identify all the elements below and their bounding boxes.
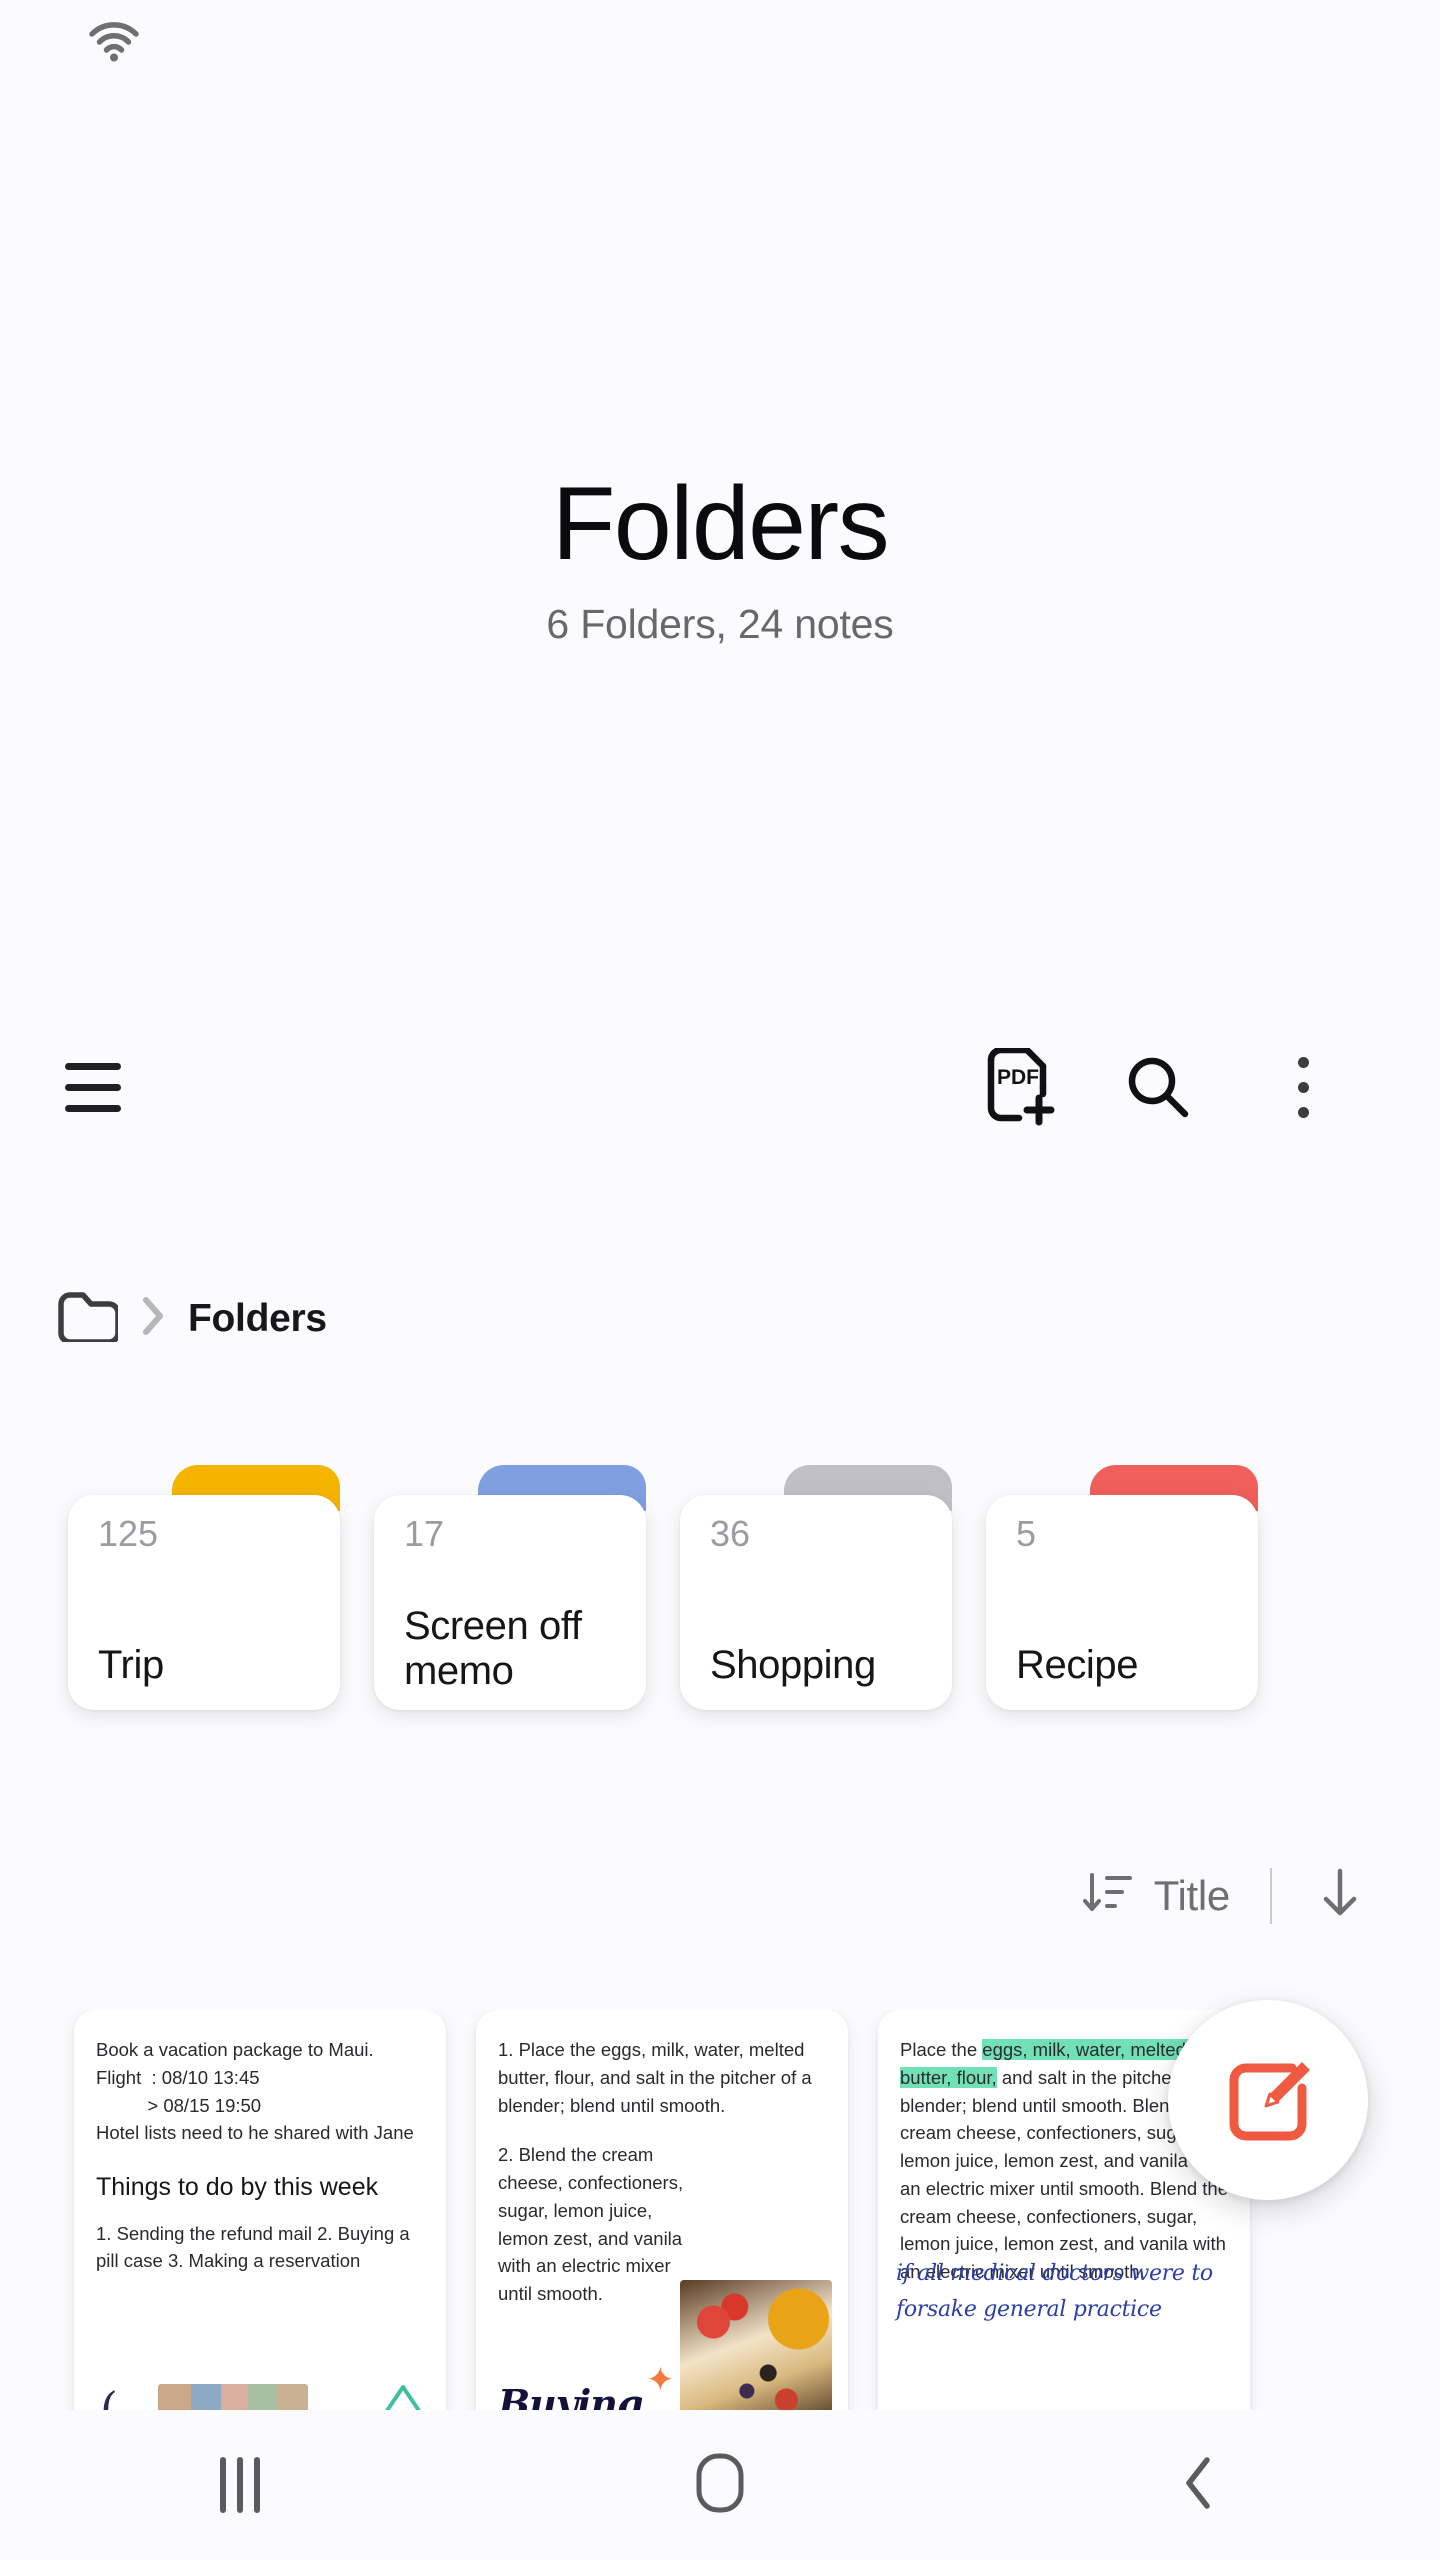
back-button[interactable] <box>1100 2410 1300 2560</box>
sort-by-label: Title <box>1153 1871 1231 1919</box>
pdf-import-button[interactable]: PDF <box>965 1032 1075 1142</box>
folder-icon[interactable] <box>56 1290 121 1347</box>
recents-icon <box>220 2457 260 2513</box>
page-subtitle: 6 Folders, 24 notes <box>546 601 894 648</box>
notes-folders-screen: Folders 6 Folders, 24 notes PDF Folders … <box>0 0 1440 2560</box>
folder-card-recipe[interactable]: 5 Recipe <box>986 1465 1258 1710</box>
note-recipe-step-1: 1. Place the eggs, milk, water, melted b… <box>498 2039 817 2116</box>
note-handwriting: if all medical doctors were to forsake g… <box>896 2261 1213 2323</box>
create-note-fab[interactable] <box>1168 2000 1368 2200</box>
search-button[interactable] <box>1103 1032 1213 1142</box>
header-block: Folders 6 Folders, 24 notes <box>0 466 1440 648</box>
folder-list[interactable]: 125 Trip 17 Screen off memo 36 Shopping … <box>0 1455 1440 1755</box>
folder-card-trip[interactable]: 125 Trip <box>68 1465 340 1710</box>
status-bar <box>0 0 1440 90</box>
note-attached-photo <box>680 2280 832 2430</box>
sort-by-button[interactable]: Title <box>1068 1857 1244 1934</box>
note-checklist: 1. Sending the refund mail 2. Buying a p… <box>96 2223 410 2272</box>
folder-note-count: 36 <box>710 1513 751 1554</box>
note-text-before: Place the <box>900 2039 983 2060</box>
recents-button[interactable] <box>140 2410 340 2560</box>
search-icon <box>1128 1057 1189 1118</box>
sort-controls: Title <box>1068 1855 1382 1936</box>
hamburger-menu-icon <box>65 1062 121 1112</box>
sort-order-button[interactable] <box>1298 1855 1382 1936</box>
folder-name: Screen off memo <box>404 1604 582 1694</box>
home-icon <box>689 2450 751 2521</box>
home-button[interactable] <box>620 2410 820 2560</box>
folder-note-count: 5 <box>1016 1513 1037 1554</box>
note-doodle-star-icon: ✦ <box>646 2361 675 2399</box>
breadcrumb-current[interactable]: Folders <box>188 1297 327 1341</box>
folder-body: 17 Screen off memo <box>374 1495 646 1710</box>
folder-name: Recipe <box>1016 1643 1139 1688</box>
note-recipe-step-2: 2. Blend the cream cheese, confectioners… <box>498 2144 689 2304</box>
more-options-button[interactable] <box>1248 1032 1358 1142</box>
back-icon <box>1175 2450 1225 2521</box>
app-toolbar: PDF <box>0 1022 1440 1152</box>
folder-note-count: 17 <box>404 1513 445 1554</box>
note-heading: Things to do by this week <box>96 2173 379 2201</box>
pdf-label: PDF <box>997 1066 1039 1089</box>
page-title: Folders <box>551 466 890 582</box>
menu-button[interactable] <box>38 1032 148 1142</box>
pdf-import-icon: PDF <box>987 1048 1055 1126</box>
arrow-down-icon <box>1314 1865 1366 1926</box>
note-card[interactable]: Book a vacation package to Maui. Flight … <box>74 2010 446 2440</box>
system-navigation-bar <box>0 2410 1440 2560</box>
folder-name: Shopping <box>710 1643 876 1688</box>
folder-body: 125 Trip <box>68 1495 340 1710</box>
compose-note-icon <box>1229 2062 1310 2141</box>
more-options-icon <box>1297 1056 1309 1118</box>
breadcrumb-separator-icon <box>140 1294 166 1343</box>
sort-descending-icon <box>1082 1867 1134 1924</box>
folder-note-count: 125 <box>98 1513 159 1554</box>
folder-body: 36 Shopping <box>680 1495 952 1710</box>
folder-name: Trip <box>98 1643 164 1688</box>
folder-body: 5 Recipe <box>986 1495 1258 1710</box>
breadcrumb[interactable]: Folders <box>56 1290 327 1347</box>
wifi-icon <box>88 22 140 67</box>
folder-card-shopping[interactable]: 36 Shopping <box>680 1465 952 1710</box>
note-card[interactable]: 1. Place the eggs, milk, water, melted b… <box>476 2010 848 2440</box>
note-body: Book a vacation package to Maui. Flight … <box>96 2039 414 2144</box>
sort-divider <box>1270 1867 1272 1924</box>
folder-card-screen-off-memo[interactable]: 17 Screen off memo <box>374 1465 646 1710</box>
